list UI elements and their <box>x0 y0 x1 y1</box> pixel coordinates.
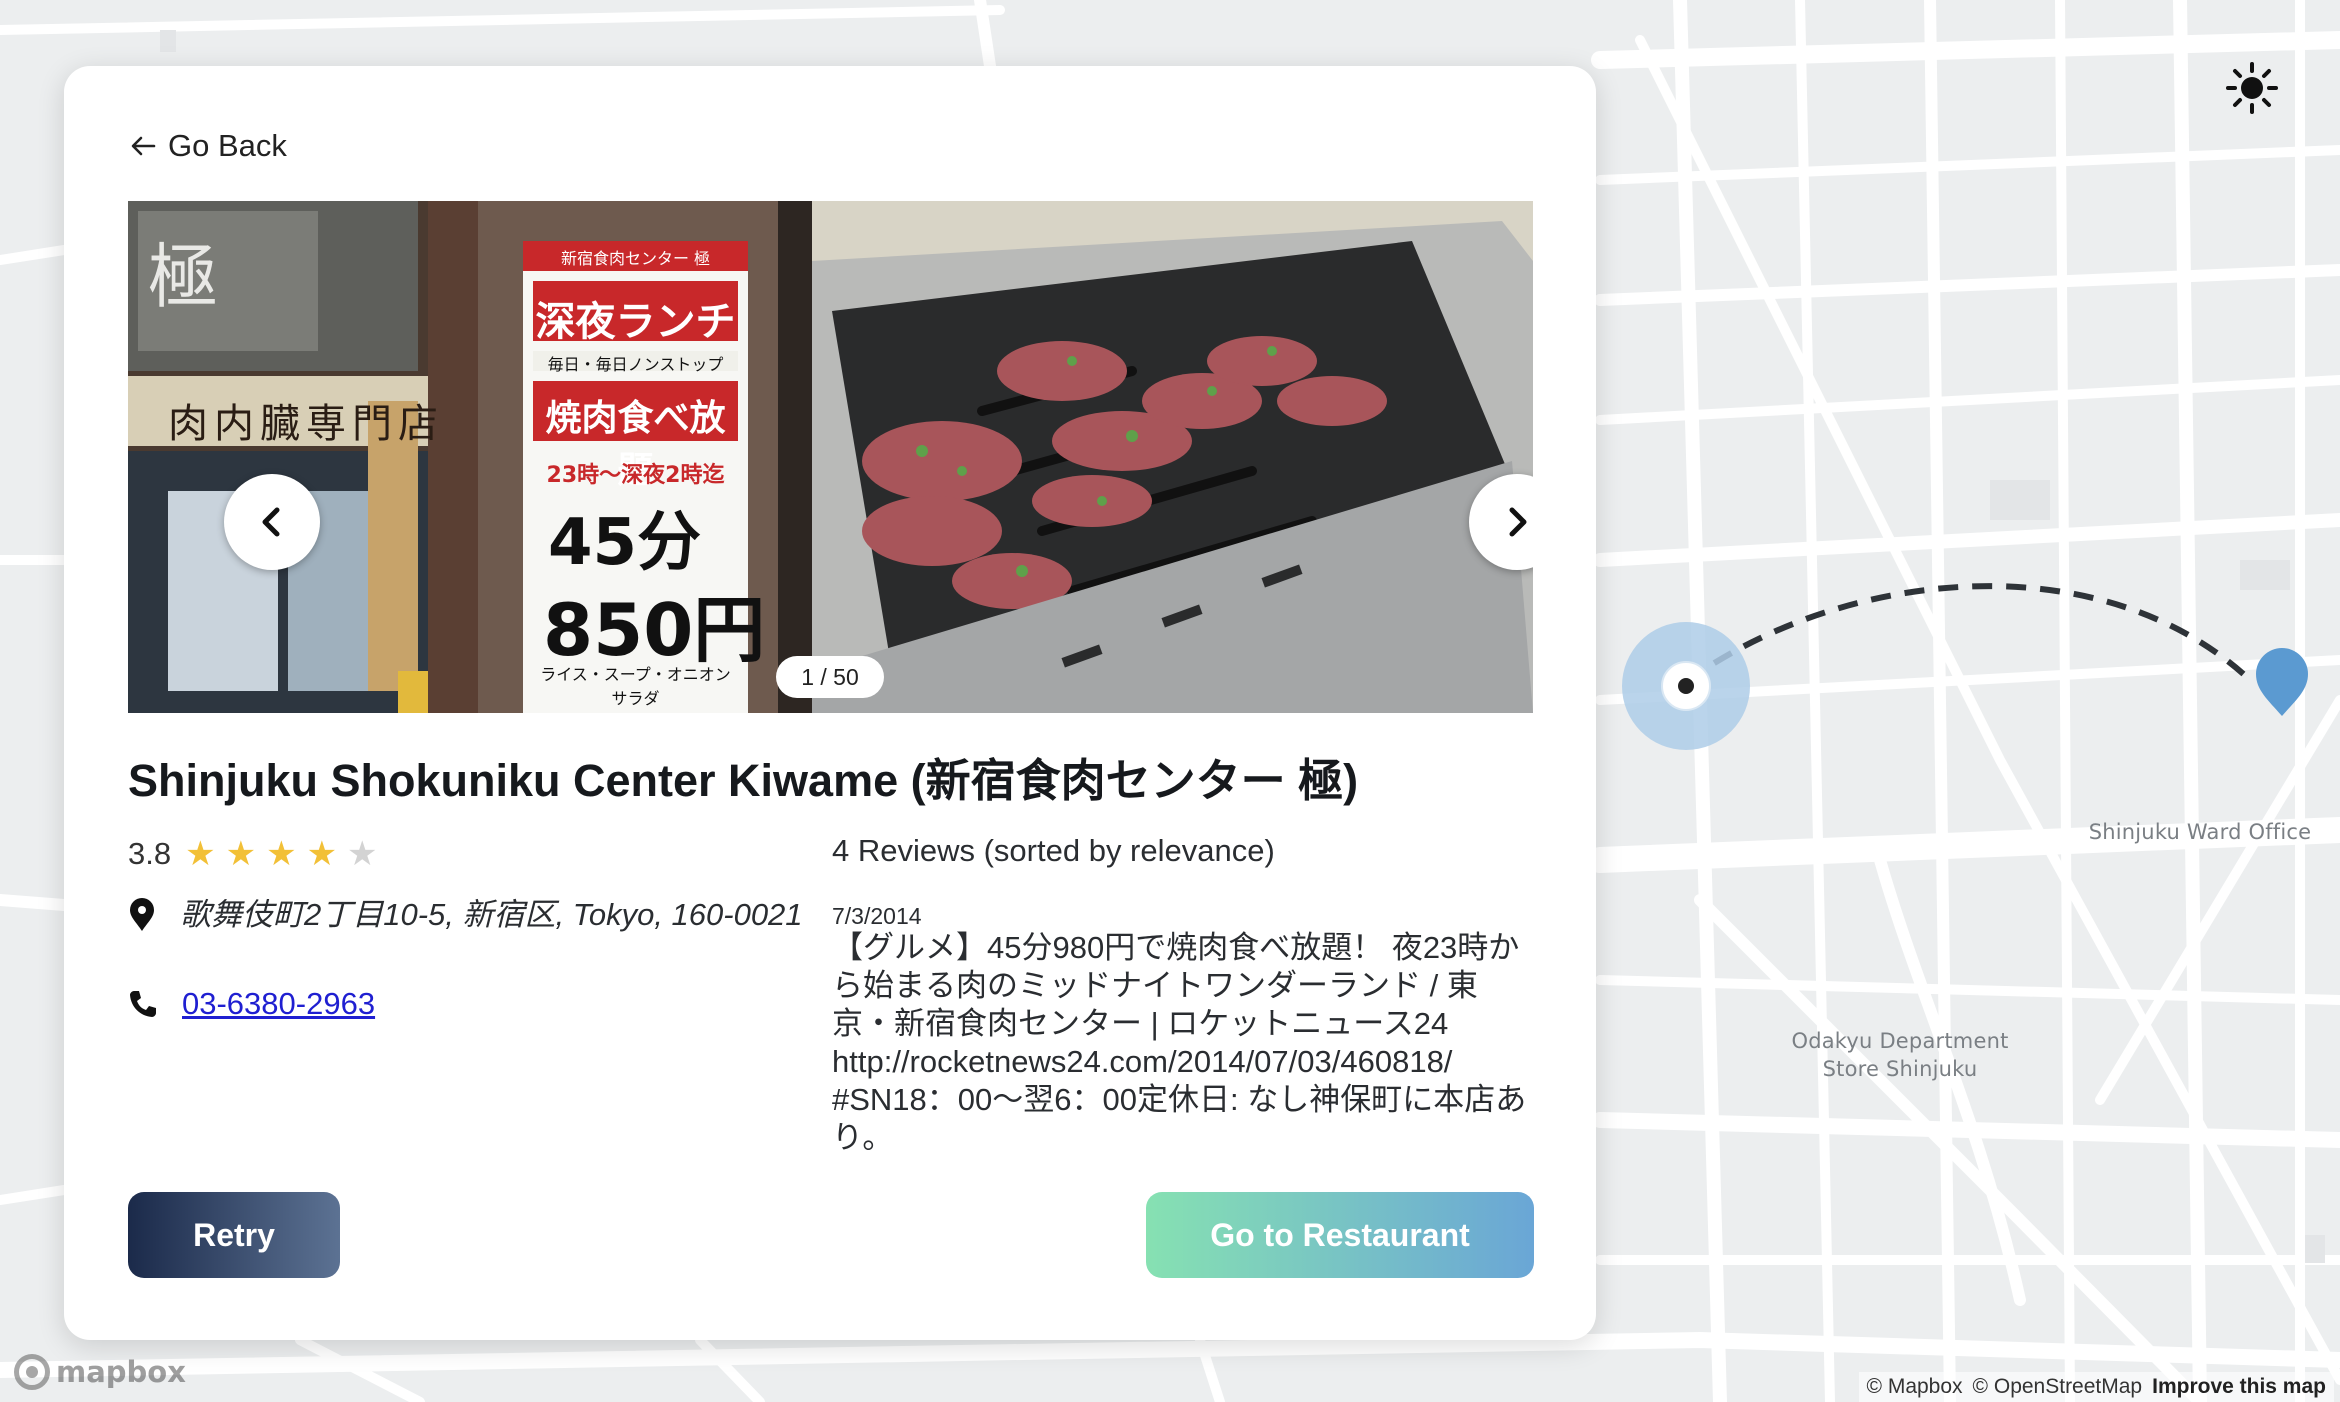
gallery-prev-button[interactable] <box>224 474 320 570</box>
rating: 3.8 ★ ★ ★ ★ ★ <box>128 836 378 872</box>
theme-toggle-button[interactable] <box>2226 62 2282 118</box>
photo-gallery[interactable]: 極 肉内臓専門店 新宿食肉センター 極 深夜ランチ 毎日・毎日ノンストップ 焼肉… <box>128 201 1533 713</box>
retry-button[interactable]: Retry <box>128 1192 340 1278</box>
map-attribution: © Mapbox © OpenStreetMap Improve this ma… <box>1858 1372 2334 1402</box>
phone-row: 03-6380-2963 <box>128 986 375 1022</box>
restaurant-name: Shinjuku Shokuniku Center Kiwame (新宿食肉セン… <box>128 755 1359 806</box>
mapbox-logo-icon <box>14 1354 50 1390</box>
sun-icon <box>2226 62 2278 114</box>
phone-link[interactable]: 03-6380-2963 <box>182 986 375 1022</box>
star-icon-filled: ★ <box>185 835 216 873</box>
attribution-mapbox[interactable]: © Mapbox <box>1867 1375 1963 1399</box>
map-label-odakyu: Odakyu Department Store Shinjuku <box>1791 1029 2009 1081</box>
attribution-osm[interactable]: © OpenStreetMap <box>1973 1375 2143 1399</box>
map-label-ward-office: Shinjuku Ward Office <box>2088 820 2312 844</box>
star-icon-filled: ★ <box>306 835 338 873</box>
attribution-improve-map[interactable]: Improve this map <box>2152 1375 2326 1399</box>
chevron-left-icon <box>262 507 280 537</box>
go-to-restaurant-button[interactable]: Go to Restaurant <box>1146 1192 1534 1278</box>
photo-grill <box>812 201 1533 713</box>
reviews-heading: 4 Reviews (sorted by relevance) <box>832 833 1275 868</box>
map-pin-icon <box>130 898 154 931</box>
star-icon-filled: ★ <box>266 835 297 873</box>
mapbox-logo[interactable]: mapbox <box>14 1352 186 1392</box>
address-text: 歌舞伎町2丁目10-5, 新宿区, Tokyo, 160-0021 <box>180 897 803 932</box>
chevron-right-icon <box>1509 507 1527 537</box>
address-row: 歌舞伎町2丁目10-5, 新宿区, Tokyo, 160-0021 <box>128 896 828 934</box>
review-text: 【グルメ】45分980円で焼肉食べ放題！ 夜23時から始まる肉のミッドナイトワン… <box>832 930 1527 1155</box>
go-back-label: Go Back <box>168 128 287 163</box>
star-icon-empty: ★ <box>347 835 378 873</box>
restaurant-card: Go Back 極 肉内臓専門店 新宿食肉センター 極 深夜ランチ 毎日・毎日ノ… <box>64 66 1596 1340</box>
arrow-left-icon <box>131 136 156 156</box>
star-icon-filled: ★ <box>225 835 257 873</box>
origin-center <box>1678 678 1694 694</box>
go-back-button[interactable]: Go Back <box>128 128 287 164</box>
review-date: 7/3/2014 <box>832 903 922 929</box>
rating-value: 3.8 <box>128 836 172 871</box>
phone-icon <box>130 991 156 1017</box>
photo-storefront <box>128 201 812 713</box>
mapbox-logo-text: mapbox <box>56 1355 186 1389</box>
gallery-counter: 1 / 50 <box>776 656 884 698</box>
